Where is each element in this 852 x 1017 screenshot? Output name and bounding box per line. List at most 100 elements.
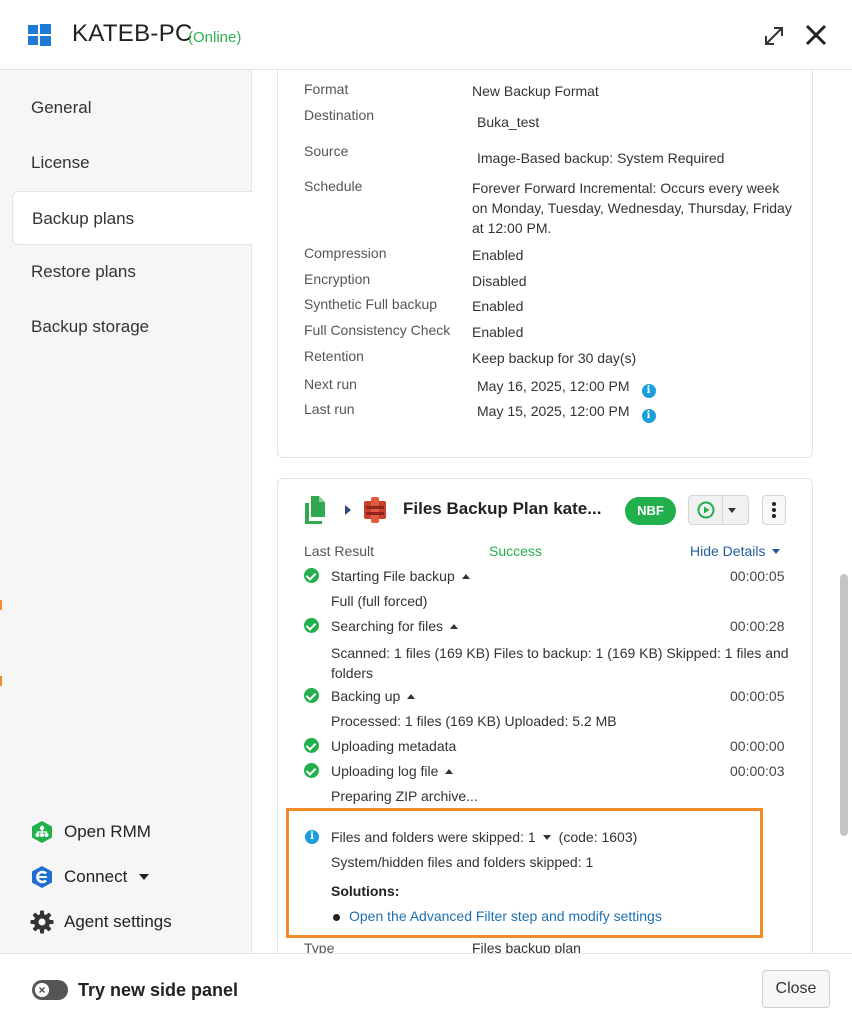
expand-icon[interactable] bbox=[762, 24, 786, 48]
sidebar-item-license[interactable]: License bbox=[12, 136, 252, 190]
detail-key: Full Consistency Check bbox=[304, 322, 451, 338]
success-check-icon bbox=[304, 618, 319, 633]
divider bbox=[722, 496, 723, 524]
info-icon[interactable]: i bbox=[641, 384, 656, 398]
detail-value: Enabled bbox=[472, 324, 524, 340]
success-check-icon bbox=[304, 688, 319, 703]
last-result-label: Last Result bbox=[304, 543, 375, 559]
chevron-down-icon bbox=[772, 549, 781, 554]
connect-button[interactable]: Connect bbox=[30, 862, 150, 892]
detail-value: Forever Forward Incremental: Occurs ever… bbox=[472, 180, 792, 236]
sidebar-item-restore-plans[interactable]: Restore plans bbox=[12, 245, 252, 299]
info-icon[interactable]: i bbox=[641, 409, 656, 423]
warning-detail: System/hidden files and folders skipped:… bbox=[331, 854, 594, 870]
chevron-up-icon bbox=[407, 694, 416, 699]
sidebar-item-backup-storage[interactable]: Backup storage bbox=[12, 300, 252, 354]
warning-title[interactable]: Files and folders were skipped: 1 (code: … bbox=[331, 829, 637, 845]
detail-key: Retention bbox=[304, 348, 364, 364]
sidebar: General License Backup plans Restore pla… bbox=[0, 70, 252, 954]
detail-value: Image-Based backup: System Required bbox=[477, 150, 725, 166]
detail-key: Schedule bbox=[304, 178, 363, 194]
detail-value: May 16, 2025, 12:00 PM i bbox=[477, 376, 737, 398]
detail-key: Synthetic Full backup bbox=[304, 296, 438, 312]
chevron-up-icon bbox=[450, 624, 459, 629]
step-time: 00:00:03 bbox=[730, 763, 785, 779]
detail-key: Encryption bbox=[304, 271, 371, 287]
bullet-icon bbox=[333, 914, 340, 921]
edge-marker bbox=[0, 676, 2, 686]
detail-key: Source bbox=[304, 143, 349, 159]
solutions-label: Solutions: bbox=[331, 883, 400, 899]
step-name[interactable]: Uploading log file bbox=[331, 763, 454, 779]
info-icon: i bbox=[305, 830, 319, 844]
close-icon bbox=[35, 983, 49, 997]
header: KATEB-PC (Online) bbox=[0, 0, 852, 70]
detail-key: Next run bbox=[304, 376, 357, 392]
step-name[interactable]: Starting File backup bbox=[331, 568, 470, 584]
detail-key: Destination bbox=[304, 107, 375, 123]
type-key: Type bbox=[304, 940, 335, 954]
connect-label: Connect bbox=[64, 867, 128, 886]
detail-value: Enabled bbox=[472, 298, 524, 314]
sidebar-item-backup-plans[interactable]: Backup plans bbox=[12, 191, 252, 245]
type-value: Files backup plan bbox=[472, 940, 581, 954]
close-icon[interactable] bbox=[803, 22, 829, 48]
step-name: Uploading metadata bbox=[331, 738, 457, 754]
last-run-value: May 15, 2025, 12:00 PM bbox=[477, 403, 630, 419]
more-options-button[interactable] bbox=[762, 495, 786, 525]
warning-title-label: Files and folders were skipped: 1 bbox=[331, 829, 536, 845]
step-name[interactable]: Searching for files bbox=[331, 618, 459, 634]
open-rmm-label: Open RMM bbox=[64, 822, 151, 841]
sidebar-item-general[interactable]: General bbox=[12, 81, 252, 135]
chevron-up-icon bbox=[461, 574, 470, 579]
chevron-down-icon bbox=[542, 835, 551, 840]
skipped-warning-box: i Files and folders were skipped: 1 (code… bbox=[286, 808, 763, 938]
footer: Try new side panel Close bbox=[0, 953, 852, 1017]
scrollbar[interactable] bbox=[840, 574, 848, 836]
chevron-down-icon[interactable] bbox=[728, 508, 736, 513]
step-time: 00:00:00 bbox=[730, 738, 785, 754]
plan-title[interactable]: Files Backup Plan kate... bbox=[403, 499, 601, 519]
windows-logo-icon bbox=[28, 24, 51, 46]
step-label: Searching for files bbox=[331, 618, 444, 634]
device-status: (Online) bbox=[188, 29, 242, 46]
files-backup-icon bbox=[305, 496, 325, 524]
warning-code: (code: 1603) bbox=[558, 829, 638, 845]
amazon-s3-icon bbox=[364, 497, 386, 523]
detail-value: Enabled bbox=[472, 247, 524, 263]
detail-value: May 15, 2025, 12:00 PM i bbox=[477, 401, 737, 423]
step-time: 00:00:05 bbox=[730, 688, 785, 704]
detail-value: Buka_test bbox=[477, 114, 540, 130]
open-rmm-button[interactable]: Open RMM bbox=[30, 817, 151, 847]
step-label: Starting File backup bbox=[331, 568, 455, 584]
nbf-badge: NBF bbox=[625, 497, 676, 525]
success-check-icon bbox=[304, 763, 319, 778]
step-label: Backing up bbox=[331, 688, 401, 704]
solution-link[interactable]: Open the Advanced Filter step and modify… bbox=[349, 908, 662, 924]
step-detail: Full (full forced) bbox=[331, 593, 428, 609]
last-result-value: Success bbox=[489, 543, 542, 559]
detail-key: Format bbox=[304, 81, 349, 97]
detail-key: Compression bbox=[304, 245, 387, 261]
chevron-down-icon bbox=[139, 874, 150, 880]
chevron-right-icon bbox=[345, 505, 351, 515]
hide-details-link[interactable]: Hide Details bbox=[690, 543, 781, 559]
rmm-icon bbox=[32, 821, 52, 843]
step-detail: Scanned: 1 files (169 KB) Files to backu… bbox=[331, 645, 789, 681]
chevron-up-icon bbox=[445, 769, 454, 774]
step-time: 00:00:28 bbox=[730, 618, 785, 634]
step-time: 00:00:05 bbox=[730, 568, 785, 584]
detail-key: Last run bbox=[304, 401, 355, 417]
run-plan-button[interactable] bbox=[688, 495, 749, 525]
more-vertical-icon bbox=[772, 502, 776, 518]
success-check-icon bbox=[304, 738, 319, 753]
step-name[interactable]: Backing up bbox=[331, 688, 416, 704]
step-detail: Processed: 1 files (169 KB) Uploaded: 5.… bbox=[331, 713, 617, 729]
next-run-value: May 16, 2025, 12:00 PM bbox=[477, 378, 630, 394]
agent-settings-label: Agent settings bbox=[64, 912, 172, 931]
device-title: KATEB-PC bbox=[72, 20, 193, 47]
close-button[interactable]: Close bbox=[762, 970, 830, 1008]
detail-value: New Backup Format bbox=[472, 83, 599, 99]
agent-settings-button[interactable]: Agent settings bbox=[30, 907, 172, 937]
connect-icon bbox=[32, 866, 52, 888]
